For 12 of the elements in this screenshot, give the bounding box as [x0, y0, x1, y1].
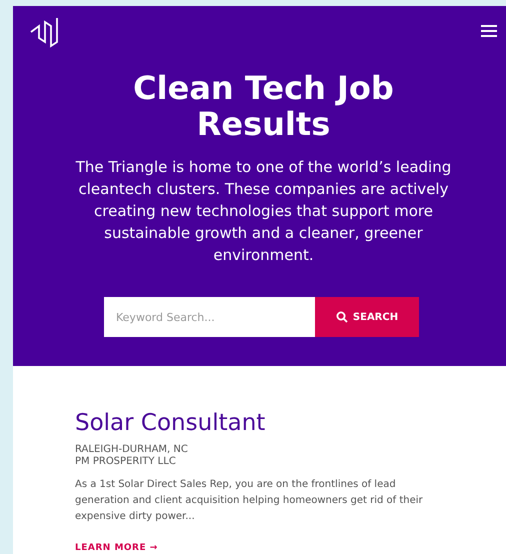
- company-name: PM PROSPERITY LLC: [75, 456, 177, 468]
- job-summary: As a 1st Solar Direct Sales Rep, you are on the frontlines of lead generation and client acquisition helping homeowners get rid of their expensive dirty power...: [75, 478, 424, 524]
- menu-icon[interactable]: [480, 24, 498, 38]
- job-title[interactable]: Solar Consultant: [75, 410, 506, 436]
- page-title: Clean Tech Job Results: [132, 70, 395, 142]
- search-button[interactable]: SEARCH: [315, 297, 419, 337]
- job-location: RALEIGH-DURHAM, NC: [75, 444, 189, 456]
- search-field[interactable]: Keyword Search...: [104, 297, 315, 337]
- learn-more-link[interactable]: LEARN MORE →: [75, 543, 158, 553]
- search-icon: [336, 311, 348, 323]
- hero-description: The Triangle is home to one of the world’s leading cleantech clusters. These companies are actively creating new technologies that support more sustainable growth and a cleaner, greener environment.: [74, 157, 452, 266]
- logo-icon[interactable]: [29, 16, 59, 48]
